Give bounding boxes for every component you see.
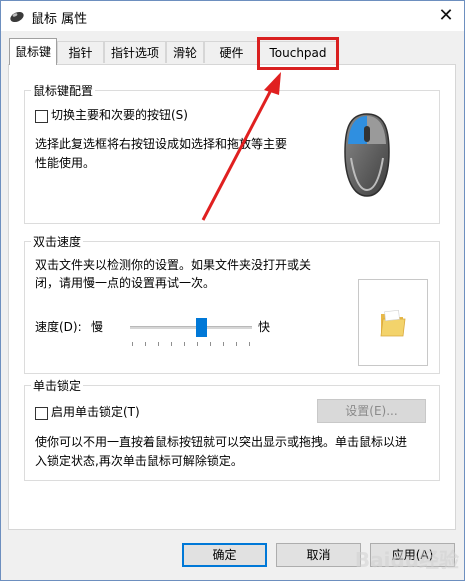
slider-tick — [184, 342, 185, 346]
title-bar: 鼠标 属性 ✕ — [1, 1, 464, 31]
slider-tick — [249, 342, 250, 346]
double-click-desc-2: 闭，请用慢一点的设置再试一次。 — [35, 276, 216, 290]
slider-tick — [236, 342, 237, 346]
speed-label: 速度(D): — [35, 320, 82, 334]
tab-hardware[interactable]: 硬件 — [204, 41, 259, 63]
button-config-desc-1: 选择此复选框将右按钮设成如选择和拖放等主要 — [35, 137, 288, 151]
slider-tick — [197, 342, 198, 346]
cancel-button[interactable]: 取消 — [276, 543, 361, 567]
window-title: 鼠标 属性 — [31, 12, 88, 27]
slider-tick — [132, 342, 133, 346]
slider-tick — [158, 342, 159, 346]
tab-mouse-buttons[interactable]: 鼠标键 — [9, 38, 57, 65]
click-lock-checkbox[interactable] — [35, 407, 48, 420]
switch-buttons-label[interactable]: 切换主要和次要的按钮(S) — [51, 105, 188, 125]
slider-tick — [145, 342, 146, 346]
button-config-desc-2: 性能使用。 — [35, 156, 96, 170]
slider-tick — [171, 342, 172, 346]
fast-label: 快 — [258, 320, 271, 334]
mouse-app-icon — [10, 11, 24, 23]
speed-slider-thumb[interactable] — [196, 318, 207, 337]
double-click-desc-1: 双击文件夹以检测你的设置。如果文件夹没打开或关 — [35, 258, 312, 272]
slider-tick — [210, 342, 211, 346]
test-area[interactable] — [358, 279, 428, 366]
slider-tick — [223, 342, 224, 346]
tab-pointer-options[interactable]: 指针选项 — [104, 41, 166, 63]
slow-label: 慢 — [91, 320, 104, 334]
click-lock-label[interactable]: 启用单击锁定(T) — [51, 402, 140, 422]
mouse-illustration-icon — [344, 113, 390, 197]
switch-buttons-checkbox[interactable] — [35, 110, 48, 123]
speed-slider-track[interactable] — [130, 326, 252, 329]
click-lock-desc-1: 使你可以不用一直按着鼠标按钮就可以突出显示或拖拽。单击鼠标以进 — [35, 435, 408, 449]
ok-button[interactable]: 确定 — [182, 543, 267, 567]
tab-wheel[interactable]: 滑轮 — [166, 41, 204, 63]
double-click-title: 双击速度 — [31, 233, 84, 250]
button-config-title: 鼠标键配置 — [31, 82, 96, 99]
click-lock-title: 单击锁定 — [31, 377, 84, 394]
folder-icon[interactable] — [379, 308, 407, 338]
watermark: Baidu经验 — [354, 548, 459, 572]
click-lock-settings-button[interactable]: 设置(E)... — [317, 399, 426, 423]
tab-pointers[interactable]: 指针 — [57, 41, 104, 63]
click-lock-desc-2: 入锁定状态,再次单击鼠标可解除锁定。 — [35, 454, 243, 468]
touchpad-highlight-box — [257, 37, 339, 70]
close-icon[interactable]: ✕ — [434, 4, 458, 28]
